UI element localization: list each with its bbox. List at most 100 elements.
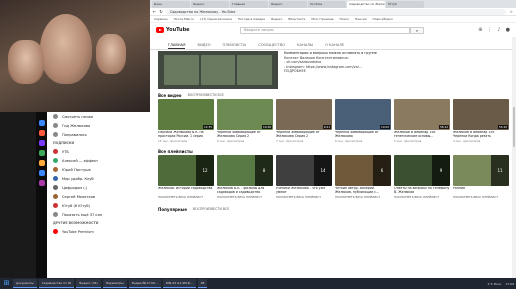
clock[interactable]: 17:09: [505, 282, 514, 286]
video-thumbnail[interactable]: 12:35: [158, 99, 214, 130]
video-card[interactable]: 54:20 Желюков В Вебинар 159 Черенки Конда…: [453, 99, 509, 143]
play-all-button[interactable]: ВОСПРОИЗВЕСТИ ВСЕ: [193, 207, 229, 211]
playlist-title[interactable]: Желюков. Истории садоводства: [158, 187, 214, 195]
video-card[interactable]: 58:12 Желюков В Вебинар 158 генетические …: [394, 99, 450, 143]
browser-tab[interactable]: Яндекс: [269, 1, 307, 8]
section-title[interactable]: Все видео: [158, 93, 182, 98]
video-title[interactable]: Черенки живоварящие от Желюкова Серия 2: [276, 131, 332, 139]
bookmark[interactable]: ВКонтакте: [288, 17, 305, 21]
video-title[interactable]: Персики Желюкова В.К. на просторах Росси…: [158, 131, 214, 139]
bookmark[interactable]: Поиск: [340, 17, 350, 21]
dock-icon[interactable]: [38, 120, 45, 126]
apps-icon[interactable]: ⋮: [487, 27, 492, 33]
sidebar-item-watch-later[interactable]: Смотреть позже: [47, 112, 150, 121]
playlist-title[interactable]: Ученики Желюкова - что уже умеют: [276, 187, 332, 195]
taskbar-app[interactable]: Садоводство по Ж: [38, 279, 75, 288]
back-icon[interactable]: ←: [153, 9, 156, 14]
playlist-card[interactable]: 11 Ранние ПОСМОТРЕТЬ ВЕСЬ ПЛЕЙЛИСТ: [453, 155, 509, 199]
subscription-item[interactable]: УТБ: [47, 147, 150, 156]
bookmark[interactable]: Новосибирск: [373, 17, 393, 21]
video-card[interactable]: 10:48 Черенки живоварящие от Желюкова Сер…: [217, 99, 273, 143]
search-icon[interactable]: ⌕: [410, 26, 424, 34]
view-playlist-link[interactable]: ПОСМОТРЕТЬ ВЕСЬ ПЛЕЙЛИСТ: [453, 195, 509, 199]
playlist-thumbnail[interactable]: 14: [276, 155, 332, 186]
dock-icon[interactable]: [38, 140, 45, 146]
video-card[interactable]: 9:41 Черенки живоварящие от Желюкова Сери…: [276, 99, 332, 143]
playlist-title[interactable]: Желюков В.К. - фильмы для садоводов и са…: [217, 187, 273, 195]
star-icon[interactable]: ☆: [509, 9, 513, 14]
browser-tab-active[interactable]: Садоводство по Желюк: [347, 1, 385, 8]
tab-videos[interactable]: ВИДЕО: [197, 41, 210, 49]
playlist-card[interactable]: 12 Желюков. Истории садоводства ПОСМОТРЕТЬ…: [158, 155, 214, 199]
bookmark[interactable]: Моя страница: [311, 17, 333, 21]
playlist-card[interactable]: 8 Желюков В.К. - фильмы для садоводов и с…: [217, 155, 273, 199]
bookmark[interactable]: (17) Одноклассники: [200, 17, 232, 21]
subscription-item[interactable]: Мир удобр. Клуб: [47, 174, 150, 183]
video-card[interactable]: 10:02 Черенки живоварящие от Желюкова 6 ты…: [335, 99, 391, 143]
tab-community[interactable]: СООБЩЕСТВО: [258, 41, 285, 49]
playlist-thumbnail[interactable]: 9: [394, 155, 450, 186]
video-title[interactable]: Желюков В Вебинар 158 генетические основ…: [394, 131, 450, 139]
view-playlist-link[interactable]: ПОСМОТРЕТЬ ВЕСЬ ПЛЕЙЛИСТ: [335, 195, 391, 199]
youtube-logo[interactable]: YouTube: [156, 27, 190, 33]
tab-channels[interactable]: КАНАЛЫ: [297, 41, 313, 49]
playlist-card[interactable]: 9 Ответы на вопросы по телефону В. Желюко…: [394, 155, 450, 199]
dock-icon[interactable]: [38, 150, 45, 156]
video-thumbnail[interactable]: 10:48: [217, 99, 273, 130]
dock-icon[interactable]: [38, 170, 45, 176]
playlist-thumbnail[interactable]: 6: [335, 155, 391, 186]
taskbar-app[interactable]: документы: [13, 279, 37, 288]
section-title[interactable]: Популярные: [158, 207, 187, 212]
featured-thumbnail[interactable]: [158, 51, 278, 89]
video-thumbnail[interactable]: 9:41: [276, 99, 332, 130]
playlist-title[interactable]: Четкие автор. Валерий Желюков, публикаци…: [335, 187, 391, 195]
play-all-button[interactable]: ВОСПРОИЗВЕСТИ ВСЕ: [188, 93, 224, 97]
taskbar-app[interactable]: Параметры: [102, 279, 127, 288]
tab-home[interactable]: ГЛАВНАЯ: [168, 41, 186, 49]
view-playlist-link[interactable]: ПОСМОТРЕТЬ ВЕСЬ ПЛЕЙЛИСТ: [276, 195, 332, 199]
video-thumbnail[interactable]: 58:12: [394, 99, 450, 130]
browser-tab[interactable]: YouTube: [308, 1, 346, 8]
view-playlist-link[interactable]: ПОСМОТРЕТЬ ВЕСЬ ПЛЕЙЛИСТ: [158, 195, 214, 199]
playlist-thumbnail[interactable]: 12: [158, 155, 214, 186]
bookmark[interactable]: Почта Mail.ru: [174, 17, 195, 21]
sidebar-item-playlist[interactable]: Гид Желюкова: [47, 121, 150, 130]
section-title[interactable]: Все плейлисты: [158, 149, 193, 154]
video-thumbnail[interactable]: 54:20: [453, 99, 509, 130]
taskbar-app[interactable]: Яндекс (34): [76, 279, 101, 288]
windows-start-icon[interactable]: ⊞: [2, 279, 11, 288]
bookmark[interactable]: Яндекс: [271, 17, 282, 21]
avatar[interactable]: ●: [506, 27, 510, 33]
view-playlist-link[interactable]: ПОСМОТРЕТЬ ВЕСЬ ПЛЕЙЛИСТ: [217, 195, 273, 199]
video-title[interactable]: Черенки живоварящие от Желюкова: [335, 131, 391, 139]
tab-about[interactable]: О КАНАЛЕ: [325, 41, 344, 49]
subscription-item[interactable]: Сергей Молотков: [47, 192, 150, 201]
bookmark[interactable]: Пенсия: [355, 17, 366, 21]
subscription-item[interactable]: Юрий Пистуша: [47, 165, 150, 174]
subscription-item[interactable]: Цифродом (-): [47, 183, 150, 192]
browser-tab[interactable]: Ютуб: [386, 1, 424, 8]
playlist-thumbnail[interactable]: 11: [453, 155, 509, 186]
dock-icon[interactable]: [38, 180, 45, 186]
weather-label[interactable]: 1°C Ясно: [487, 282, 501, 286]
bookmark[interactable]: Погода в Самаре: [238, 17, 265, 21]
video-thumbnail[interactable]: 10:02: [335, 99, 391, 130]
search-input[interactable]: Введите запрос: [240, 26, 410, 34]
show-more-subscriptions[interactable]: Показать ещё 37 кан: [47, 210, 150, 219]
browser-tab[interactable]: Главная: [230, 1, 268, 8]
upload-icon[interactable]: ⊕: [478, 27, 482, 33]
tab-playlists[interactable]: ПЛЕЙЛИСТЫ: [223, 41, 247, 49]
view-playlist-link[interactable]: ПОСМОТРЕТЬ ВЕСЬ ПЛЕЙЛИСТ: [394, 195, 450, 199]
subscription-item[interactable]: Алексей — эффект: [47, 156, 150, 165]
bell-icon[interactable]: ♪: [497, 27, 500, 33]
sidebar-item-liked[interactable]: Понравилось: [47, 130, 150, 139]
url-field[interactable]: Садоводство по Желюкову - YouTube: [165, 8, 507, 15]
subscription-item[interactable]: Ютуб (6 Ютуб): [47, 201, 150, 210]
playlist-card[interactable]: 6 Четкие автор. Валерий Желюков, публикац…: [335, 155, 391, 199]
video-title[interactable]: Желюков В Вебинар 159 Черенки Конда реза…: [453, 131, 509, 139]
playlist-title[interactable]: Ответы на вопросы по телефону В. Желюков: [394, 187, 450, 195]
playlist-card[interactable]: 14 Ученики Желюкова - что уже умеют ПОСМОТ…: [276, 155, 332, 199]
sidebar-item-premium[interactable]: YouTube Premium: [47, 227, 150, 236]
playlist-thumbnail[interactable]: 8: [217, 155, 273, 186]
taskbar-app[interactable]: Яндекс№17:09...: [128, 279, 161, 288]
